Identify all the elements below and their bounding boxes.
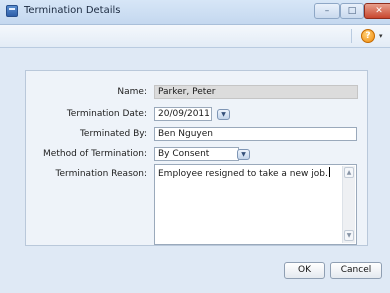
termination-date-field[interactable]: 20/09/2011 xyxy=(154,107,212,121)
method-value: By Consent xyxy=(158,149,210,159)
app-icon xyxy=(6,5,18,17)
name-field: Parker, Peter xyxy=(154,85,358,99)
close-button[interactable]: ✕ xyxy=(364,3,390,19)
toolbar: ? ▾ xyxy=(0,25,390,48)
window-title: Termination Details xyxy=(24,5,121,16)
toolbar-separator xyxy=(351,29,352,43)
terminated-by-label: Terminated By: xyxy=(79,129,147,139)
terminated-by-field[interactable]: Ben Nguyen xyxy=(154,127,357,141)
help-dropdown-icon[interactable]: ▾ xyxy=(379,32,383,40)
termination-date-label: Termination Date: xyxy=(66,109,147,119)
scroll-down-icon[interactable]: ▼ xyxy=(344,230,354,241)
termination-reason-textarea[interactable]: Employee resigned to take a new job. ▲ ▼ xyxy=(154,164,357,245)
maximize-button[interactable]: □ xyxy=(340,3,364,19)
termination-date-value: 20/09/2011 xyxy=(158,109,210,119)
help-icon[interactable]: ? xyxy=(361,29,375,43)
title-bar[interactable]: Termination Details – □ ✕ xyxy=(0,0,390,25)
reason-label: Termination Reason: xyxy=(55,169,147,179)
reason-text: Employee resigned to take a new job. xyxy=(158,169,328,179)
cancel-button[interactable]: Cancel xyxy=(330,262,382,279)
method-select[interactable]: By Consent xyxy=(154,147,239,161)
reason-scrollbar[interactable]: ▲ ▼ xyxy=(342,166,355,243)
text-caret xyxy=(328,167,330,177)
name-label: Name: xyxy=(117,87,147,97)
date-picker-icon[interactable]: ▼ xyxy=(217,109,230,120)
method-label: Method of Termination: xyxy=(43,149,147,159)
termination-details-window: Termination Details – □ ✕ ? ▾ Name: Park… xyxy=(0,0,390,293)
ok-button[interactable]: OK xyxy=(284,262,325,279)
minimize-button[interactable]: – xyxy=(314,3,340,19)
method-dropdown-icon[interactable]: ▼ xyxy=(237,149,250,160)
scroll-up-icon[interactable]: ▲ xyxy=(344,167,354,178)
